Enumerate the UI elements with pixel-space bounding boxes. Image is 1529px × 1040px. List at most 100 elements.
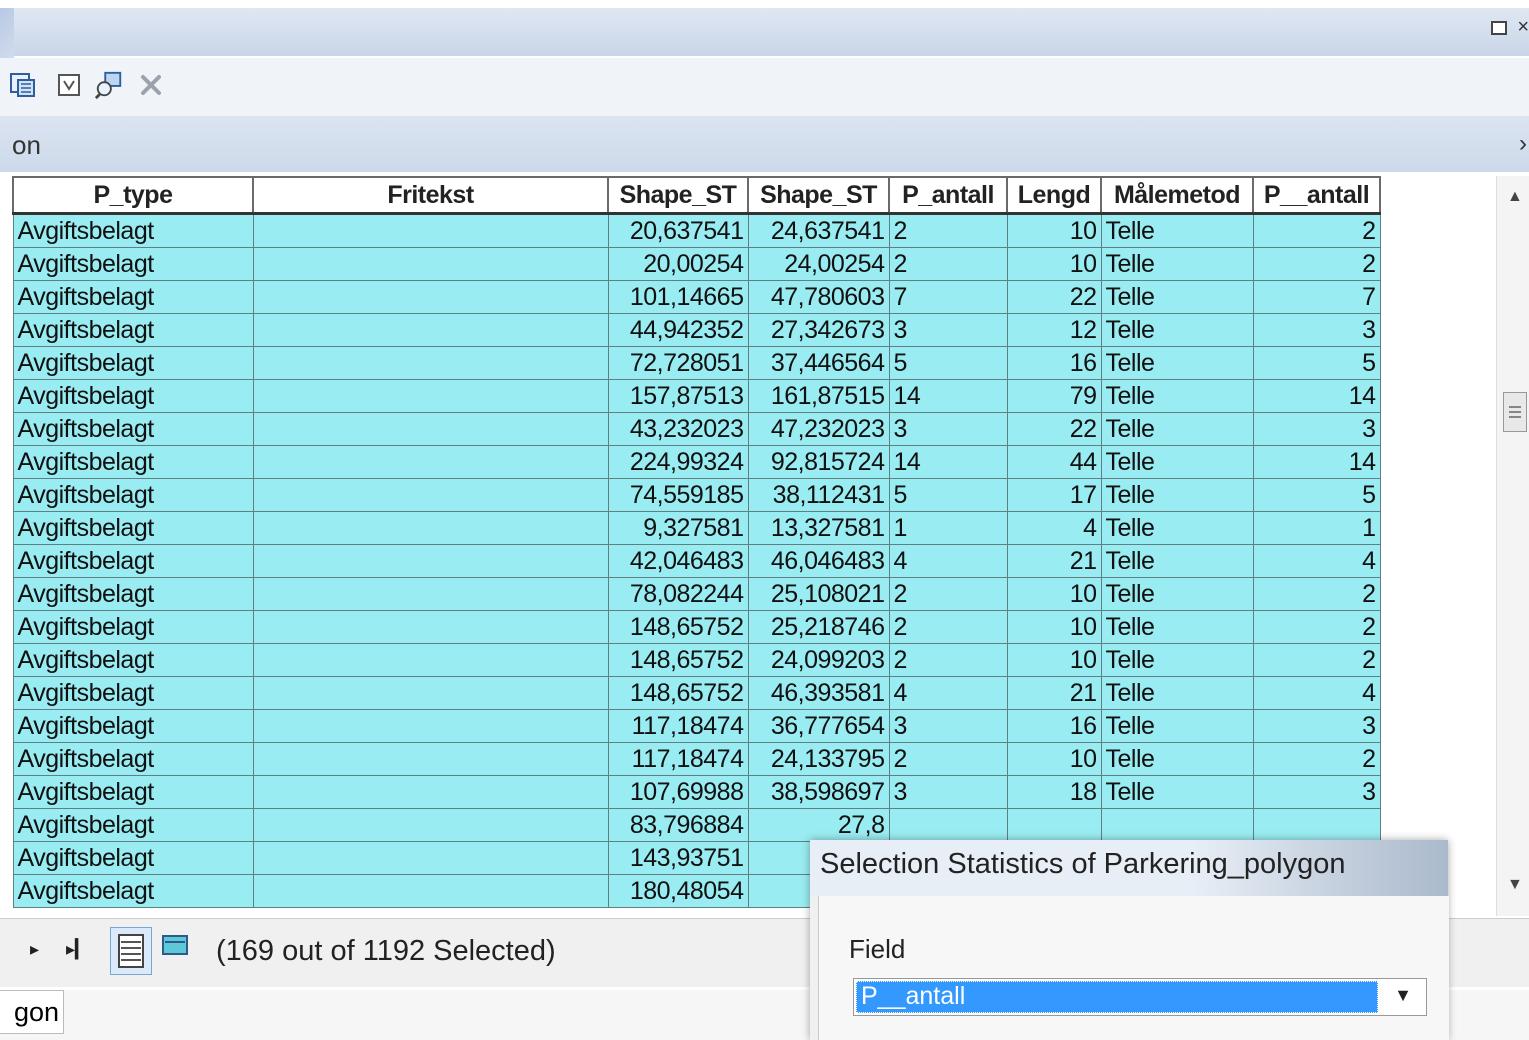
table-cell[interactable]: 2 xyxy=(1252,247,1381,281)
table-cell[interactable]: 24,133795 xyxy=(747,742,890,776)
table-row[interactable]: Avgiftsbelagt 117,18474 24,133795 2 10 Telle 2 xyxy=(12,742,1381,776)
scroll-down-arrow-icon[interactable]: ▼ xyxy=(1507,876,1523,894)
table-row[interactable]: Avgiftsbelagt 148,65752 25,218746 2 10 Telle 2 xyxy=(12,610,1381,644)
table-cell[interactable]: Telle xyxy=(1100,544,1254,578)
table-cell[interactable]: 37,446564 xyxy=(747,346,890,380)
table-cell[interactable]: 1 xyxy=(1252,511,1381,545)
column-header[interactable]: Fritekst xyxy=(252,176,609,215)
table-cell[interactable]: 2 xyxy=(888,742,1008,776)
vertical-scrollbar[interactable]: ▲ ▼ xyxy=(1496,176,1529,916)
table-cell[interactable]: 22 xyxy=(1006,280,1102,314)
table-cell[interactable]: 117,18474 xyxy=(607,709,749,743)
table-cell[interactable]: 5 xyxy=(1252,346,1381,380)
table-cell[interactable]: Avgiftsbelagt xyxy=(12,610,254,644)
table-cell[interactable] xyxy=(252,544,609,578)
table-cell[interactable] xyxy=(252,478,609,512)
table-cell[interactable]: 4 xyxy=(888,544,1008,578)
table-cell[interactable]: 9,327581 xyxy=(607,511,749,545)
table-cell[interactable]: 27,8 xyxy=(747,808,890,842)
table-cell[interactable]: 148,65752 xyxy=(607,610,749,644)
table-cell[interactable]: Avgiftsbelagt xyxy=(12,544,254,578)
table-cell[interactable]: 47,780603 xyxy=(747,280,890,314)
table-cell[interactable]: 21 xyxy=(1006,676,1102,710)
table-cell[interactable]: 5 xyxy=(1252,478,1381,512)
table-cell[interactable]: 10 xyxy=(1006,247,1102,281)
table-cell[interactable]: 42,046483 xyxy=(607,544,749,578)
table-cell[interactable]: 1 xyxy=(888,511,1008,545)
close-window-button[interactable]: × xyxy=(1517,16,1529,39)
table-cell[interactable] xyxy=(252,313,609,347)
dropdown-arrow-icon[interactable]: ▼ xyxy=(1394,985,1412,1006)
table-cell[interactable]: 12 xyxy=(1006,313,1102,347)
table-cell[interactable]: 3 xyxy=(888,313,1008,347)
table-cell[interactable]: 17 xyxy=(1006,478,1102,512)
table-row[interactable]: Avgiftsbelagt 44,942352 27,342673 3 12 Telle 3 xyxy=(12,313,1381,347)
table-cell[interactable]: 38,112431 xyxy=(747,478,890,512)
table-cell[interactable]: 20,637541 xyxy=(607,213,749,248)
table-cell[interactable]: Telle xyxy=(1100,742,1254,776)
tab-parkering-polygon[interactable]: gon xyxy=(0,990,64,1034)
table-cell[interactable]: Telle xyxy=(1100,379,1254,413)
table-row[interactable]: Avgiftsbelagt 9,327581 13,327581 1 4 Telle 1 xyxy=(12,511,1381,545)
table-cell[interactable] xyxy=(252,379,609,413)
table-cell[interactable]: 72,728051 xyxy=(607,346,749,380)
table-cell[interactable]: 2 xyxy=(888,213,1008,248)
table-cell[interactable] xyxy=(252,445,609,479)
table-cell[interactable]: 4 xyxy=(1252,676,1381,710)
table-cell[interactable]: 46,046483 xyxy=(747,544,890,578)
table-row[interactable]: Avgiftsbelagt 107,69988 38,598697 3 18 Telle 3 xyxy=(12,775,1381,809)
table-cell[interactable]: Avgiftsbelagt xyxy=(12,313,254,347)
table-cell[interactable] xyxy=(252,511,609,545)
table-cell[interactable]: 44,942352 xyxy=(607,313,749,347)
table-cell[interactable]: 2 xyxy=(1252,610,1381,644)
table-cell[interactable]: Avgiftsbelagt xyxy=(12,511,254,545)
table-cell[interactable]: Avgiftsbelagt xyxy=(12,742,254,776)
table-cell[interactable] xyxy=(252,676,609,710)
table-cell[interactable]: Avgiftsbelagt xyxy=(12,478,254,512)
table-cell[interactable]: Avgiftsbelagt xyxy=(12,445,254,479)
table-cell[interactable]: Avgiftsbelagt xyxy=(12,643,254,677)
table-cell[interactable]: Telle xyxy=(1100,709,1254,743)
table-cell[interactable]: 4 xyxy=(1006,511,1102,545)
clear-selection-icon[interactable] xyxy=(54,70,84,100)
table-cell[interactable]: Avgiftsbelagt xyxy=(12,676,254,710)
table-cell[interactable]: 21 xyxy=(1006,544,1102,578)
table-cell[interactable]: 16 xyxy=(1006,709,1102,743)
table-cell[interactable]: 161,87515 xyxy=(747,379,890,413)
related-tables-icon[interactable] xyxy=(8,70,38,100)
table-cell[interactable]: 7 xyxy=(1252,280,1381,314)
table-cell[interactable] xyxy=(252,247,609,281)
table-cell[interactable]: 24,099203 xyxy=(747,643,890,677)
table-cell[interactable]: 2 xyxy=(888,247,1008,281)
table-cell[interactable]: Telle xyxy=(1100,511,1254,545)
table-cell[interactable]: Telle xyxy=(1100,412,1254,446)
table-cell[interactable] xyxy=(252,874,609,908)
table-cell[interactable]: 24,00254 xyxy=(747,247,890,281)
table-cell[interactable]: 14 xyxy=(1252,379,1381,413)
table-cell[interactable]: Telle xyxy=(1100,643,1254,677)
table-cell[interactable]: 2 xyxy=(888,577,1008,611)
table-row[interactable]: Avgiftsbelagt 117,18474 36,777654 3 16 Telle 3 xyxy=(12,709,1381,743)
table-cell[interactable]: 78,082244 xyxy=(607,577,749,611)
table-cell[interactable] xyxy=(1100,808,1254,842)
field-selected-value[interactable]: P__antall xyxy=(856,981,1378,1013)
table-cell[interactable]: Telle xyxy=(1100,280,1254,314)
table-row[interactable]: Avgiftsbelagt 78,082244 25,108021 2 10 Telle 2 xyxy=(12,577,1381,611)
table-cell[interactable]: Avgiftsbelagt xyxy=(12,412,254,446)
table-row[interactable]: Avgiftsbelagt 20,00254 24,00254 2 10 Telle 2 xyxy=(12,247,1381,281)
table-cell[interactable]: 7 xyxy=(888,280,1008,314)
delete-selected-icon[interactable] xyxy=(136,70,166,100)
column-header[interactable]: Shape_ST xyxy=(747,176,890,215)
table-cell[interactable]: 224,99324 xyxy=(607,445,749,479)
table-cell[interactable]: 2 xyxy=(1252,742,1381,776)
table-cell[interactable]: 44 xyxy=(1006,445,1102,479)
show-all-records-button[interactable] xyxy=(110,927,152,975)
table-cell[interactable]: Avgiftsbelagt xyxy=(12,379,254,413)
table-row[interactable]: Avgiftsbelagt 148,65752 46,393581 4 21 Telle 4 xyxy=(12,676,1381,710)
table-cell[interactable]: 24,637541 xyxy=(747,213,890,248)
table-cell[interactable]: Avgiftsbelagt xyxy=(12,213,254,248)
table-cell[interactable]: Avgiftsbelagt xyxy=(12,841,254,875)
table-cell[interactable] xyxy=(252,610,609,644)
table-cell[interactable]: Avgiftsbelagt xyxy=(12,874,254,908)
table-cell[interactable]: 2 xyxy=(1252,213,1381,248)
